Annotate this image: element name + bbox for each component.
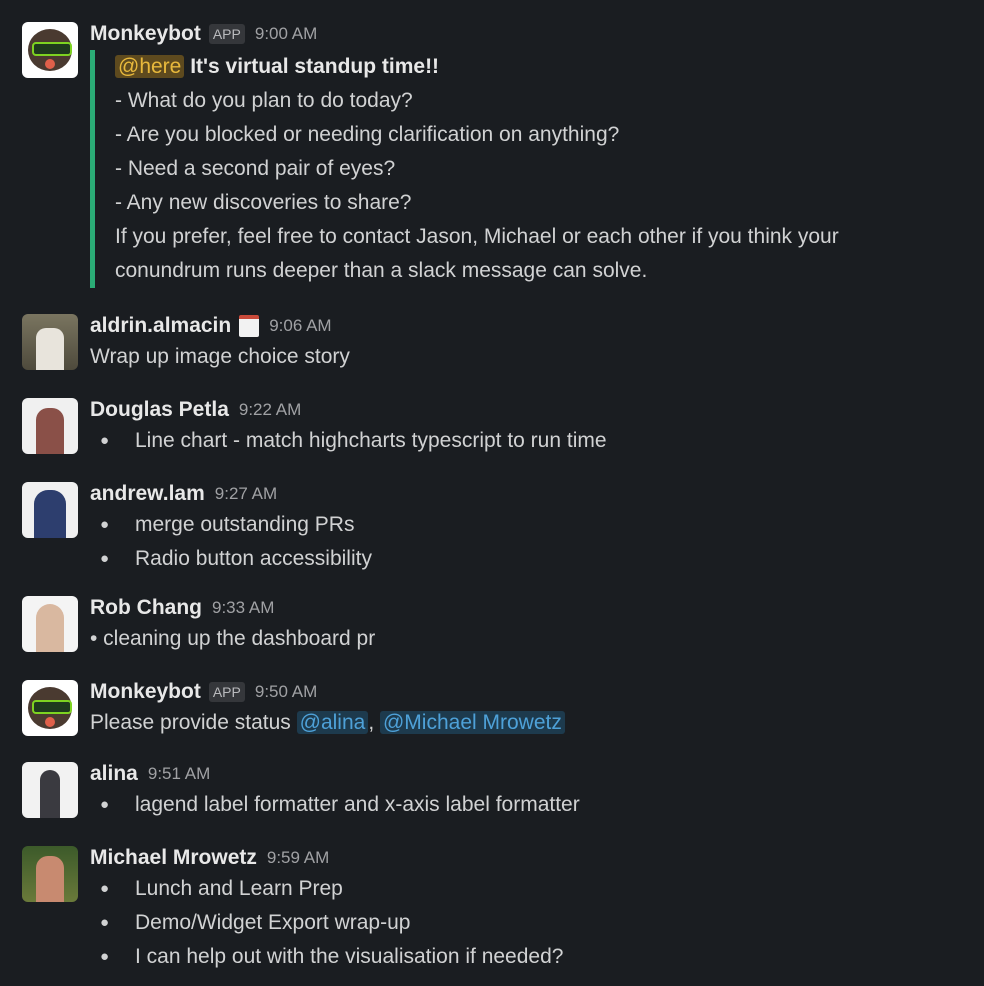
timestamp[interactable]: 9:50 AM [255,682,317,702]
bullet: ● [100,914,110,931]
list-item-text: merge outstanding PRs [135,513,355,536]
list-item-text: lagend label formatter and x-axis label … [135,793,580,816]
list-item-text: Radio button accessibility [135,547,372,570]
bullet: ● [100,550,110,567]
bullet: ● [100,796,110,813]
monkey-icon [28,29,72,71]
app-badge: APP [208,24,245,44]
here-mention[interactable]: @here [115,55,185,78]
app-badge: APP [208,682,245,702]
avatar[interactable] [22,22,78,78]
avatar[interactable] [22,314,78,370]
sender-name[interactable]: Rob Chang [90,596,202,620]
message-line: conundrum runs deeper than a slack messa… [115,259,648,282]
bullet: ● [100,432,110,449]
user-mention-michael[interactable]: @Michael Mrowetz [379,711,565,734]
timestamp[interactable]: 9:51 AM [148,764,210,784]
list-item: ● merge outstanding PRs [90,508,372,542]
separator: , [368,711,380,734]
sender-name[interactable]: andrew.lam [90,482,205,506]
message-text: Wrap up image choice story [90,345,350,368]
list-item: ● Demo/Widget Export wrap-up [90,906,563,940]
timestamp[interactable]: 9:22 AM [239,400,301,420]
user-mention-alina[interactable]: @alina [296,711,369,734]
list-item: ● Lunch and Learn Prep [90,872,563,906]
list-item-text: Line chart - match highcharts typescript… [135,429,607,452]
sender-name[interactable]: Monkeybot [90,680,201,704]
message-line: - Are you blocked or needing clarificati… [115,123,620,146]
attachment-quote: @here It's virtual standup time!! - What… [90,50,839,288]
timestamp[interactable]: 9:33 AM [212,598,274,618]
avatar[interactable] [22,398,78,454]
bullet: ● [100,516,110,533]
bullet: ● [100,880,110,897]
avatar[interactable] [22,482,78,538]
list-item: ● Radio button accessibility [90,542,372,576]
message-line: - Any new discoveries to share? [115,191,412,214]
timestamp[interactable]: 9:59 AM [267,848,329,868]
list-item-text: I can help out with the visualisation if… [135,945,564,968]
avatar[interactable] [22,680,78,736]
avatar[interactable] [22,596,78,652]
message-line: - Need a second pair of eyes? [115,157,396,180]
avatar[interactable] [22,762,78,818]
sender-name[interactable]: Monkeybot [90,22,201,46]
list-item: ● lagend label formatter and x-axis label… [90,788,580,822]
list-item-text: Demo/Widget Export wrap-up [135,911,411,934]
list-item: ● Line chart - match highcharts typescrip… [90,424,607,458]
message-title: It's virtual standup time!! [190,55,440,78]
sender-name[interactable]: Douglas Petla [90,398,229,422]
message-line: - What do you plan to do today? [115,89,413,112]
message-text: Please provide status [90,711,297,734]
avatar[interactable] [22,846,78,902]
sender-name[interactable]: alina [90,762,138,786]
timestamp[interactable]: 9:00 AM [255,24,317,44]
monkey-icon [28,687,72,729]
sender-name[interactable]: Michael Mrowetz [90,846,257,870]
sender-name[interactable]: aldrin.almacin [90,314,231,338]
list-item: ● I can help out with the visualisation i… [90,940,563,974]
message-line: If you prefer, feel free to contact Jaso… [115,225,839,248]
timestamp[interactable]: 9:27 AM [215,484,277,504]
list-item-text: Lunch and Learn Prep [135,877,343,900]
bullet: ● [100,948,110,965]
timestamp[interactable]: 9:06 AM [269,316,331,336]
message-text: • cleaning up the dashboard pr [90,627,376,650]
calendar-icon[interactable] [239,315,260,337]
